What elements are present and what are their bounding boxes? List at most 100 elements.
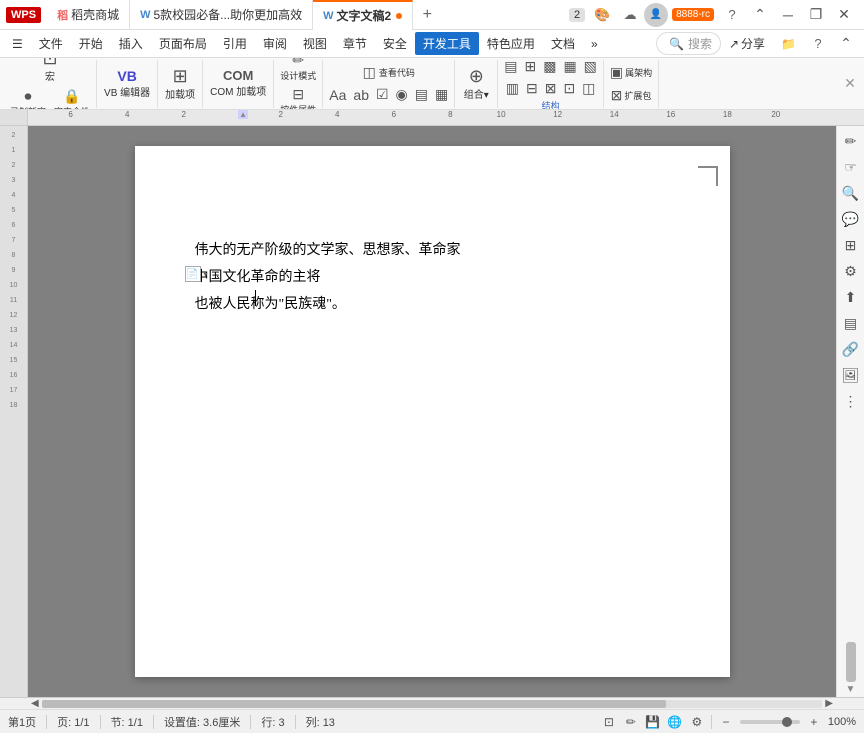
com-addin-button[interactable]: COM COM 加载项 [206, 67, 270, 100]
ribbon-toggle-icon[interactable]: ⌃ [746, 4, 774, 26]
menu-start[interactable]: 开始 [71, 32, 111, 55]
sidebar-search-icon[interactable]: 🔍 [840, 182, 862, 204]
smart-tag-dropdown[interactable]: ▾ [201, 269, 211, 279]
save-status-icon[interactable]: 💾 [645, 714, 661, 730]
sidebar-settings-icon[interactable]: ⚙ [840, 260, 862, 282]
folder-icon[interactable]: 📁 [773, 34, 804, 54]
toolbar-structure-group: ▤ ⊞ ▩ ▦ ▧ ▥ ⊟ ⊠ ⊡ ◫ 结构 [498, 60, 604, 108]
ctrl-icon-2[interactable]: ab [350, 85, 372, 105]
menu-hamburger[interactable]: ☰ [4, 34, 31, 54]
menu-docs[interactable]: 文档 [543, 32, 583, 55]
menu-security[interactable]: 安全 [375, 32, 415, 55]
struct-icon-10[interactable]: ◫ [579, 78, 598, 99]
doc-line-3: 也被人民称为"民族魂"。 [195, 292, 670, 317]
struct-icon-5[interactable]: ▧ [581, 58, 600, 77]
hscroll-track[interactable] [42, 700, 823, 708]
ribbon-collapse-icon[interactable]: ⌃ [832, 33, 860, 55]
edit-status-icon[interactable]: ✏ [623, 714, 639, 730]
close-toolbar-button[interactable]: ✕ [840, 74, 860, 94]
settings-status-icon[interactable]: ⚙ [689, 714, 705, 730]
struct-icon-4[interactable]: ▦ [560, 58, 579, 77]
cloud-icon[interactable]: ☁ [616, 4, 644, 26]
ctrl-icon-5[interactable]: ▤ [412, 84, 431, 105]
view-code-button[interactable]: ◫ 查看代码 [360, 62, 418, 83]
zoom-thumb[interactable] [782, 717, 792, 727]
share-icon: ↗ [729, 37, 739, 51]
new-tab-button[interactable]: + [413, 1, 441, 29]
globe-status-icon[interactable]: 🌐 [667, 714, 683, 730]
zoom-slider[interactable] [740, 720, 800, 724]
resize-status-icon[interactable]: ⊡ [601, 714, 617, 730]
addin-button[interactable]: ⊞ 加载项 [161, 65, 199, 103]
hscroll-left-arrow[interactable]: ◀ [28, 698, 42, 709]
ctrl-icon-6[interactable]: ▦ [432, 84, 451, 105]
sidebar-image-icon[interactable]: 🖼 [840, 364, 862, 386]
menu-chapter[interactable]: 章节 [335, 32, 375, 55]
share-button[interactable]: ↗ 分享 [721, 32, 773, 55]
scrollbar-thumb[interactable] [846, 642, 856, 682]
zoom-out-icon[interactable]: − [718, 714, 734, 730]
ctrl-icon-3[interactable]: ☑ [373, 84, 392, 105]
sidebar-style-icon[interactable]: ▤ [840, 312, 862, 334]
design-mode-button[interactable]: ✏ 设计模式 [277, 58, 319, 84]
control-props-icon: ⊟ [292, 86, 304, 103]
hscroll-thumb[interactable] [42, 700, 666, 708]
menu-question-icon[interactable]: ? [804, 33, 832, 55]
document-area[interactable]: 伟大的无产阶级的文学家、思想家、革命家 中国文化革命的主将 也被人民称为"民族魂… [28, 126, 836, 697]
extension-button[interactable]: ⊠ 扩展包 [608, 85, 655, 106]
record-macro-button[interactable]: ⏺ 录制新宏 [7, 86, 49, 110]
smart-tag-icon[interactable]: 📄 [185, 266, 201, 282]
status-page: 第1页 [8, 714, 36, 730]
menu-file[interactable]: 文件 [31, 32, 71, 55]
control-props-button[interactable]: ⊟ 控件属性 [277, 84, 319, 111]
avatar[interactable]: 👤 [644, 3, 668, 27]
combine-button[interactable]: ⊕ 组合▾ [458, 65, 494, 103]
ruler-horizontal: 6 4 2 ▲ 2 4 6 8 10 12 14 16 18 20 [28, 110, 836, 125]
help-icon[interactable]: ? [718, 4, 746, 26]
tab-doc[interactable]: W 文字文稿2 [313, 0, 413, 30]
struct-icon-1[interactable]: ▤ [501, 58, 520, 77]
zoom-in-icon[interactable]: + [806, 714, 822, 730]
close-button[interactable]: ✕ [830, 4, 858, 26]
macro-security-button[interactable]: 🔒 宏安全性 [51, 86, 93, 110]
struct-icon-9[interactable]: ⊡ [560, 78, 578, 99]
hscroll-right-arrow[interactable]: ▶ [822, 698, 836, 709]
struct-icon-6[interactable]: ▥ [503, 78, 522, 99]
smart-tag[interactable]: 📄 ▾ [185, 266, 211, 282]
menu-devtools[interactable]: 开发工具 [415, 32, 479, 55]
struct-icon-2[interactable]: ⊞ [521, 58, 539, 77]
struct-icon-8[interactable]: ⊠ [542, 78, 560, 99]
menu-layout[interactable]: 页面布局 [151, 32, 215, 55]
menu-more[interactable]: » [583, 34, 606, 54]
sidebar-comment-icon[interactable]: 💬 [840, 208, 862, 230]
skin-icon[interactable]: 🎨 [588, 4, 616, 26]
ruler-area: 6 4 2 ▲ 2 4 6 8 10 12 14 16 18 20 [0, 110, 864, 126]
macro-security-icon: 🔒 [63, 88, 80, 105]
menu-insert[interactable]: 插入 [111, 32, 151, 55]
tab-caoke[interactable]: 稻 稻壳商城 [47, 0, 130, 30]
ctrl-icon-1[interactable]: Aa [326, 85, 349, 105]
macro-icon: ⊡ [42, 58, 57, 67]
search-box[interactable]: 🔍 搜索 [656, 32, 721, 55]
sidebar-table-icon[interactable]: ⊞ [840, 234, 862, 256]
sidebar-edit-icon[interactable]: ✏ [840, 130, 862, 152]
menu-reference[interactable]: 引用 [215, 32, 255, 55]
minimize-button[interactable]: ─ [774, 4, 802, 26]
struct-icon-7[interactable]: ⊟ [523, 78, 541, 99]
menu-features[interactable]: 特色应用 [479, 32, 543, 55]
sidebar-more-icon[interactable]: ⋮ [840, 390, 862, 412]
restore-button[interactable]: ❐ [802, 4, 830, 26]
tab-campus[interactable]: W 5款校园必备...助你更加高效 [130, 0, 313, 30]
sidebar-link-icon[interactable]: 🔗 [840, 338, 862, 360]
macro-button[interactable]: ⊡ 宏 [32, 58, 68, 85]
ctrl-icon-4[interactable]: ◉ [393, 84, 411, 105]
sidebar-up-icon[interactable]: ⬆ [840, 286, 862, 308]
framework-button[interactable]: ▣ 属架构 [607, 62, 655, 83]
vb-editor-button[interactable]: VB VB 编辑器 [100, 67, 154, 101]
scroll-down-icon[interactable]: ▼ [846, 684, 856, 695]
struct-icon-3[interactable]: ▩ [540, 58, 559, 77]
menu-view[interactable]: 视图 [295, 32, 335, 55]
menu-review[interactable]: 审阅 [255, 32, 295, 55]
vb-editor-label: VB 编辑器 [104, 84, 150, 99]
sidebar-hand-icon[interactable]: ☞ [840, 156, 862, 178]
